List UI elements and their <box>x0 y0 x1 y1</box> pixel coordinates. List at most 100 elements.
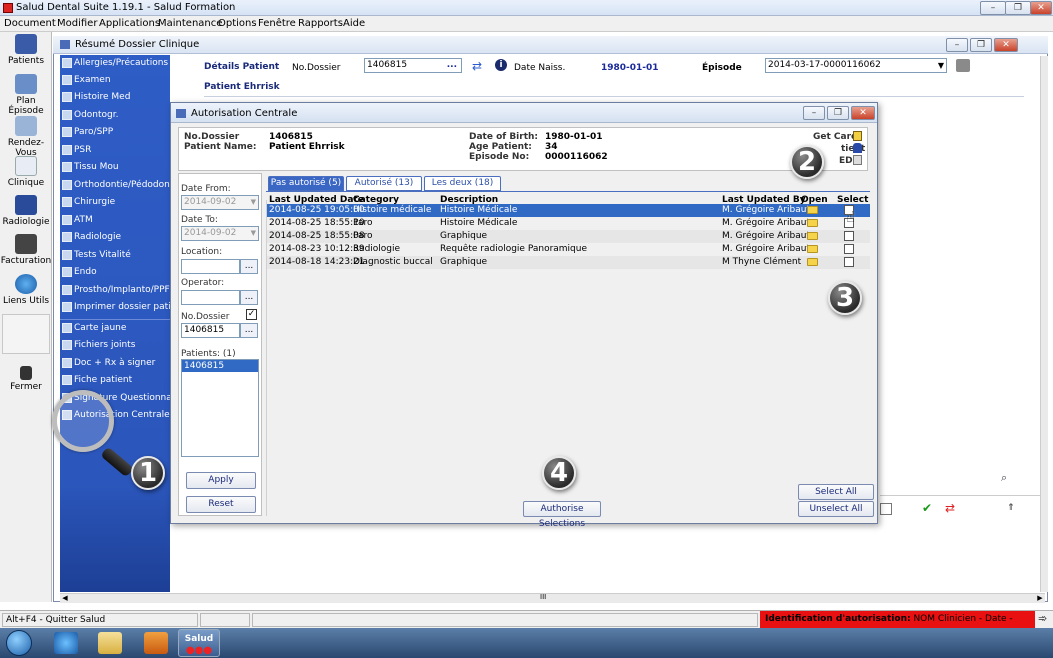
dialog-close-icon[interactable]: ✕ <box>851 106 875 120</box>
open-folder-icon[interactable] <box>807 258 818 266</box>
select-checkbox[interactable] <box>844 231 854 241</box>
dialog-minimize-icon[interactable]: – <box>803 106 825 120</box>
get-card-label[interactable]: Get Card <box>813 132 858 142</box>
info-icon[interactable]: i <box>495 59 507 71</box>
close-icon[interactable]: ✕ <box>1030 1 1052 15</box>
leftbar-clinique[interactable]: Clinique <box>0 156 52 188</box>
nav-item-fiche-patient[interactable]: Fiche patient <box>60 372 170 388</box>
leftbar-radiologie[interactable]: Radiologie <box>0 195 52 227</box>
nav-item-orthodontie[interactable]: Orthodontie/Pédodontie <box>60 177 170 193</box>
open-folder-icon[interactable] <box>807 245 818 253</box>
minimize-icon[interactable]: – <box>980 1 1006 15</box>
nav-item-carte-jaune[interactable]: Carte jaune <box>60 320 170 336</box>
table-row[interactable]: 2014-08-18 14:23:21 Diagnostic buccal Gr… <box>266 256 870 269</box>
leftbar-fermer[interactable]: Fermer <box>0 366 52 392</box>
date-from-dropdown-icon[interactable]: ▼ <box>251 196 256 209</box>
patients-list-item[interactable]: 1406815 <box>182 360 258 372</box>
leftbar-plan-episode[interactable]: Plan Épisode <box>0 74 52 116</box>
tab-pas-autorise[interactable]: Pas autorisé (5) <box>268 176 344 191</box>
start-orb-icon[interactable] <box>6 630 32 656</box>
date-from-input[interactable]: 2014-09-02 ▼ <box>181 195 259 210</box>
main-restore-icon[interactable]: ❐ <box>970 38 992 52</box>
edr-tooth-icon[interactable] <box>853 155 862 165</box>
nav-item-paro-spp[interactable]: Paro/SPP <box>60 124 170 140</box>
location-input[interactable] <box>181 259 240 274</box>
menu-aide[interactable]: Aide <box>343 18 365 29</box>
dossier-filter-checkbox[interactable]: ✓ <box>246 309 257 320</box>
operator-input[interactable] <box>181 290 240 305</box>
menu-maintenance[interactable]: Maintenance <box>158 18 222 29</box>
select-checkbox[interactable] <box>844 244 854 254</box>
menu-fenetre[interactable]: Fenêtre <box>258 18 296 29</box>
main-checkbox[interactable] <box>880 503 892 515</box>
episode-select[interactable]: 2014-03-17-0000116062 ▼ <box>765 58 947 73</box>
status-arrow-icon[interactable]: ➾ <box>1038 612 1047 625</box>
nav-item-radiologie[interactable]: Radiologie <box>60 229 170 245</box>
table-row[interactable]: 2014-08-23 10:12:39 Radiologie Requête r… <box>266 243 870 256</box>
apply-button[interactable]: Apply <box>186 472 256 489</box>
refresh-icon[interactable]: ⇄ <box>472 59 482 73</box>
table-row[interactable]: 2014-08-25 18:55:08 Paro Graphique M. Gr… <box>266 230 870 243</box>
date-to-input[interactable]: 2014-09-02 ▼ <box>181 226 259 241</box>
collapse-up-icon[interactable]: ⇑ <box>1007 503 1015 513</box>
nav-item-psr[interactable]: PSR <box>60 142 170 158</box>
vertical-scrollbar[interactable] <box>1040 56 1048 592</box>
horizontal-scrollbar[interactable]: ◀ III ▶ <box>60 593 1045 603</box>
table-row[interactable]: 2014-08-25 19:05:00 Histoire médicale Hi… <box>266 204 870 217</box>
filter-dossier-input[interactable]: 1406815 <box>181 323 240 338</box>
media-player-icon[interactable] <box>144 632 168 654</box>
leftbar-facturation[interactable]: Facturation <box>0 234 52 266</box>
dialog-restore-icon[interactable]: ❐ <box>827 106 849 120</box>
menu-options[interactable]: Options <box>218 18 257 29</box>
tab-autorise[interactable]: Autorisé (13) <box>346 176 422 191</box>
nav-item-tests-vitalite[interactable]: Tests Vitalité <box>60 247 170 263</box>
select-all-button[interactable]: Select All <box>798 484 874 500</box>
reset-button[interactable]: Reset <box>186 496 256 513</box>
scroll-thumb[interactable]: III <box>540 593 546 601</box>
nav-item-histoire-med[interactable]: Histoire Med <box>60 89 170 105</box>
filter-dossier-browse-button[interactable]: ... <box>240 323 258 338</box>
search-icon[interactable]: ⌕ <box>1001 471 1007 485</box>
nav-item-examen[interactable]: Examen <box>60 72 170 88</box>
nav-item-allergies[interactable]: Allergies/Précautions préop. <box>60 55 170 71</box>
scroll-right-icon[interactable]: ▶ <box>1035 594 1045 604</box>
table-row[interactable]: 2014-08-25 18:55:10 Paro Histoire Médica… <box>266 217 870 230</box>
leftbar-patients[interactable]: Patients <box>0 34 52 66</box>
menu-document[interactable]: Document <box>4 18 56 29</box>
swap-icon[interactable]: ⇄ <box>945 501 955 515</box>
nav-item-imprimer[interactable]: Imprimer dossier patient <box>60 299 170 315</box>
main-minimize-icon[interactable]: – <box>946 38 968 52</box>
nav-item-fichiers-joints[interactable]: Fichiers joints <box>60 337 170 353</box>
select-checkbox[interactable] <box>844 257 854 267</box>
main-close-icon[interactable]: ✕ <box>994 38 1018 52</box>
card-icon[interactable] <box>853 131 862 141</box>
leftbar-rendez-vous[interactable]: Rendez-Vous <box>0 116 52 158</box>
dossier-browse-button[interactable]: ... <box>447 59 457 72</box>
open-folder-icon[interactable] <box>807 219 818 227</box>
date-to-dropdown-icon[interactable]: ▼ <box>251 227 256 240</box>
menu-rapports[interactable]: Rapports <box>298 18 343 29</box>
nav-item-atm[interactable]: ATM <box>60 212 170 228</box>
menu-applications[interactable]: Applications <box>99 18 160 29</box>
scroll-left-icon[interactable]: ◀ <box>60 594 70 604</box>
tab-les-deux[interactable]: Les deux (18) <box>424 176 501 191</box>
patient-icon[interactable] <box>853 143 862 153</box>
taskbar-salud-app[interactable]: Salud ●●● <box>178 629 220 657</box>
authorise-selections-button[interactable]: Authorise Selections <box>523 501 601 529</box>
nav-item-chirurgie[interactable]: Chirurgie <box>60 194 170 210</box>
leftbar-liens-utils[interactable]: Liens Utils <box>0 274 52 306</box>
confirm-check-icon[interactable]: ✔ <box>922 501 932 515</box>
nav-item-doc-rx[interactable]: Doc + Rx à signer <box>60 355 170 371</box>
nav-item-prostho[interactable]: Prostho/Implanto/PPF <box>60 282 170 298</box>
open-folder-icon[interactable] <box>807 206 818 214</box>
menu-modifier[interactable]: Modifier <box>57 18 97 29</box>
unselect-all-button[interactable]: Unselect All <box>798 501 874 517</box>
patients-list[interactable]: 1406815 <box>181 359 259 457</box>
explorer-folder-icon[interactable] <box>98 632 122 654</box>
nav-item-odontogr[interactable]: Odontogr. <box>60 107 170 123</box>
dossier-input[interactable]: 1406815 ... <box>364 58 462 73</box>
operator-browse-button[interactable]: ... <box>240 290 258 305</box>
nav-item-endo[interactable]: Endo <box>60 264 170 280</box>
location-browse-button[interactable]: ... <box>240 259 258 274</box>
nav-item-tissu-mou[interactable]: Tissu Mou <box>60 159 170 175</box>
